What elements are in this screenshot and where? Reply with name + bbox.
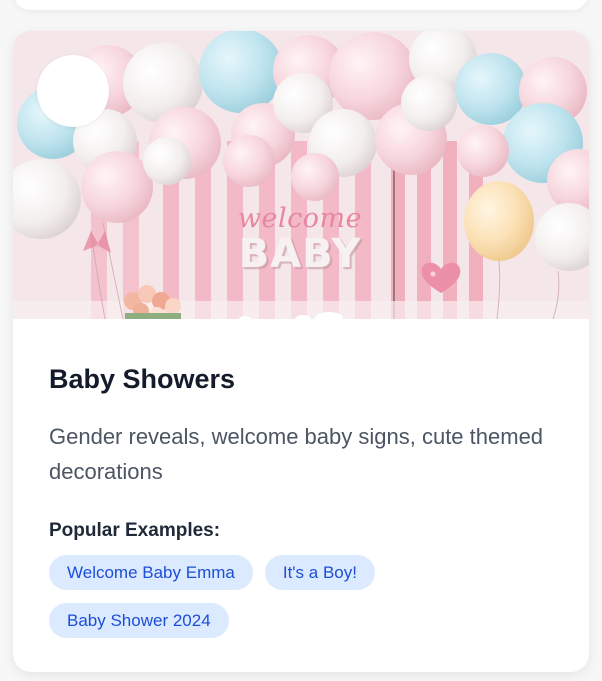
example-chips: Welcome Baby Emma It's a Boy! Baby Showe… (49, 555, 449, 638)
sign-welcome-text: welcome (237, 203, 363, 234)
previous-card-edge (14, 0, 588, 10)
sign-baby-text: BABY (238, 231, 362, 277)
card-description: Gender reveals, welcome baby signs, cute… (49, 424, 544, 484)
welcome-baby-sign: welcome BABY (235, 203, 365, 277)
category-icon-badge (37, 55, 109, 127)
examples-label: Popular Examples: (49, 520, 221, 541)
example-chip[interactable]: It's a Boy! (264, 555, 375, 590)
example-chip[interactable]: Baby Shower 2024 (49, 603, 229, 638)
card-hero-image: welcome BABY (13, 31, 589, 319)
card-body: Baby Showers Gender reveals, welcome bab… (13, 363, 589, 638)
category-card[interactable]: welcome BABY Baby Showers Gender reveals… (13, 31, 589, 672)
card-title: Baby Showers (49, 364, 236, 394)
example-chip[interactable]: Welcome Baby Emma (49, 555, 253, 590)
